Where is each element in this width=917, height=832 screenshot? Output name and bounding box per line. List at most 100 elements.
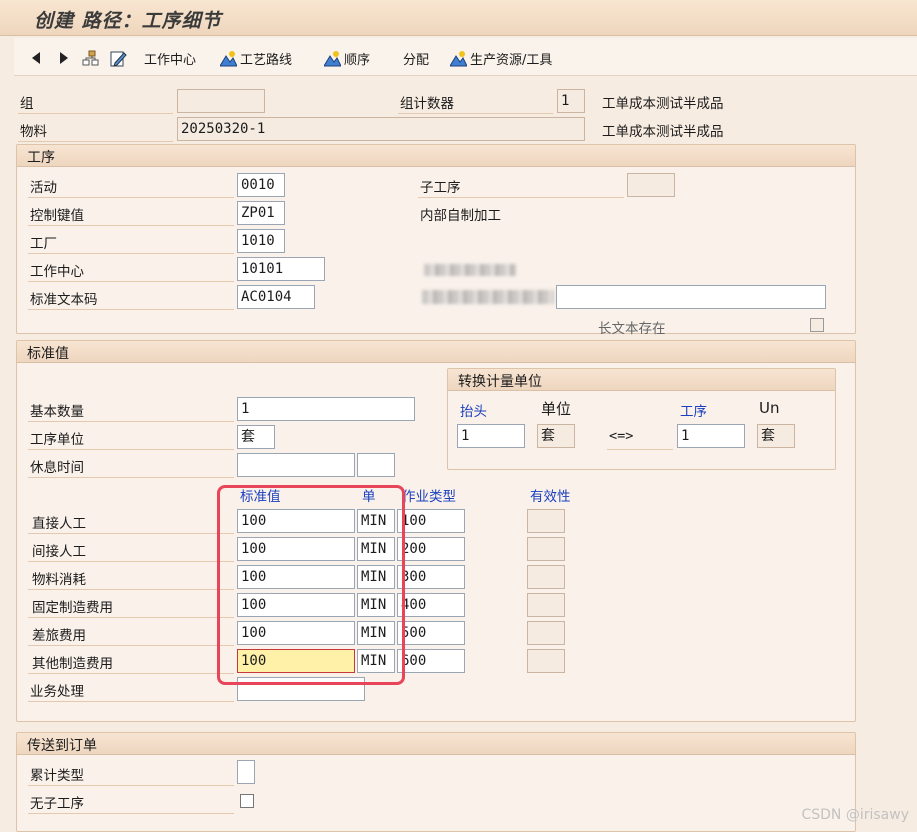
highlight-callout-box xyxy=(217,485,405,685)
divider xyxy=(398,113,553,114)
control-key-description: 内部自制加工 xyxy=(420,208,501,224)
standard-text-key-label: 标准文本码 xyxy=(30,292,98,308)
divider xyxy=(28,477,234,478)
divider xyxy=(18,141,173,142)
activity-type-field[interactable]: 300 xyxy=(397,565,465,589)
sequence-button[interactable]: 顺序 xyxy=(323,48,371,68)
unit-conversion-group: 转换计量单位 xyxy=(447,368,836,470)
break-time-unit-field[interactable] xyxy=(357,453,395,477)
divider xyxy=(28,645,234,646)
hierarchy-icon xyxy=(82,50,99,67)
divider xyxy=(28,225,234,226)
activity-label: 活动 xyxy=(30,180,57,196)
activity-type-field[interactable]: 500 xyxy=(397,621,465,645)
transfer-to-order-group: 传送到订单 xyxy=(16,732,856,832)
standard-values-group-header: 标准值 xyxy=(17,341,855,363)
divider xyxy=(28,309,234,310)
sub-operation-label: 子工序 xyxy=(420,180,461,196)
divider xyxy=(28,785,234,786)
toolbar: 工作中心 工艺路线 顺序 分配 生产资源/工具 xyxy=(14,38,917,76)
divider xyxy=(28,673,234,674)
cumulation-type-field[interactable] xyxy=(237,760,255,784)
routing-button[interactable]: 工艺路线 xyxy=(219,48,293,68)
prt-button-label: 生产资源/工具 xyxy=(470,52,553,68)
group-label: 组 xyxy=(20,96,34,112)
operation-unit-value-field[interactable]: 套 xyxy=(237,425,275,449)
previous-arrow-icon[interactable] xyxy=(32,52,40,64)
no-sub-operations-checkbox[interactable] xyxy=(240,794,254,808)
divider xyxy=(28,253,234,254)
column-validity: 有效性 xyxy=(530,489,571,505)
activity-type-field[interactable]: 400 xyxy=(397,593,465,617)
material-description: 工单成本测试半成品 xyxy=(602,124,724,140)
standard-text-description-field[interactable] xyxy=(556,285,826,309)
transfer-to-order-group-header: 传送到订单 xyxy=(17,733,855,755)
un-label: Un xyxy=(759,399,780,417)
work-center-field[interactable]: 10101 xyxy=(237,257,325,281)
conversion-arrow: <=> xyxy=(609,428,634,444)
work-center-button[interactable]: 工作中心 xyxy=(144,48,196,68)
material-field[interactable]: 20250320-1 xyxy=(177,117,585,141)
column-activity-type: 作业类型 xyxy=(402,489,456,505)
group-field[interactable] xyxy=(177,89,265,113)
next-arrow-icon[interactable] xyxy=(60,52,68,64)
group-counter-field[interactable]: 1 xyxy=(557,89,585,113)
long-text-exists-label: 长文本存在 xyxy=(598,321,666,337)
validity-field[interactable] xyxy=(527,537,565,561)
plant-field[interactable]: 1010 xyxy=(237,229,285,253)
material-label: 物料 xyxy=(20,124,47,140)
divider xyxy=(418,197,624,198)
window-title: 创建 路径：工序细节 xyxy=(34,10,222,32)
hierarchy-button[interactable] xyxy=(82,48,99,68)
row-label: 固定制造费用 xyxy=(32,600,113,616)
group-description: 工单成本测试半成品 xyxy=(602,96,724,112)
validity-field[interactable] xyxy=(527,621,565,645)
break-time-field[interactable] xyxy=(237,453,355,477)
operation-unit-field[interactable]: 套 xyxy=(757,424,795,448)
work-center-label: 工作中心 xyxy=(30,264,84,280)
standard-text-key-field[interactable]: AC0104 xyxy=(237,285,315,309)
edit-pencil-icon xyxy=(110,50,127,67)
prt-button[interactable]: 生产资源/工具 xyxy=(449,48,553,68)
long-text-exists-checkbox xyxy=(810,318,824,332)
mountain-icon xyxy=(219,50,238,67)
activity-field[interactable]: 0010 xyxy=(237,173,285,197)
header-label: 抬头 xyxy=(460,404,487,420)
validity-field[interactable] xyxy=(527,565,565,589)
row-label: 物料消耗 xyxy=(32,572,86,588)
unit-label: 单位 xyxy=(541,400,572,418)
divider xyxy=(28,281,234,282)
divider xyxy=(28,449,234,450)
header-unit-field[interactable]: 套 xyxy=(537,424,575,448)
validity-field[interactable] xyxy=(527,509,565,533)
divider xyxy=(28,701,234,702)
plant-label: 工厂 xyxy=(30,236,57,252)
sequence-button-label: 顺序 xyxy=(344,52,371,68)
row-label: 差旅费用 xyxy=(32,628,86,644)
cumulation-type-label: 累计类型 xyxy=(30,768,84,784)
base-quantity-field[interactable]: 1 xyxy=(237,397,415,421)
group-counter-label: 组计数器 xyxy=(400,96,454,112)
control-key-field[interactable]: ZP01 xyxy=(237,201,285,225)
row-label: 间接人工 xyxy=(32,544,86,560)
header-quantity-field[interactable]: 1 xyxy=(457,424,525,448)
edit-button[interactable] xyxy=(110,48,127,68)
activity-type-field[interactable]: 100 xyxy=(397,509,465,533)
divider xyxy=(28,589,234,590)
divider xyxy=(28,617,234,618)
routing-button-label: 工艺路线 xyxy=(240,52,293,68)
divider xyxy=(28,197,234,198)
activity-type-field[interactable]: 200 xyxy=(397,537,465,561)
divider xyxy=(28,533,234,534)
row-label: 其他制造费用 xyxy=(32,656,113,672)
break-time-label: 休息时间 xyxy=(30,460,84,476)
activity-type-field[interactable]: 600 xyxy=(397,649,465,673)
mountain-icon xyxy=(449,50,468,67)
assignment-button[interactable]: 分配 xyxy=(403,48,429,68)
validity-field[interactable] xyxy=(527,649,565,673)
sub-operation-field[interactable] xyxy=(627,173,675,197)
unit-conversion-group-header: 转换计量单位 xyxy=(448,369,835,391)
validity-field[interactable] xyxy=(527,593,565,617)
operation-quantity-field[interactable]: 1 xyxy=(677,424,745,448)
divider xyxy=(28,421,234,422)
